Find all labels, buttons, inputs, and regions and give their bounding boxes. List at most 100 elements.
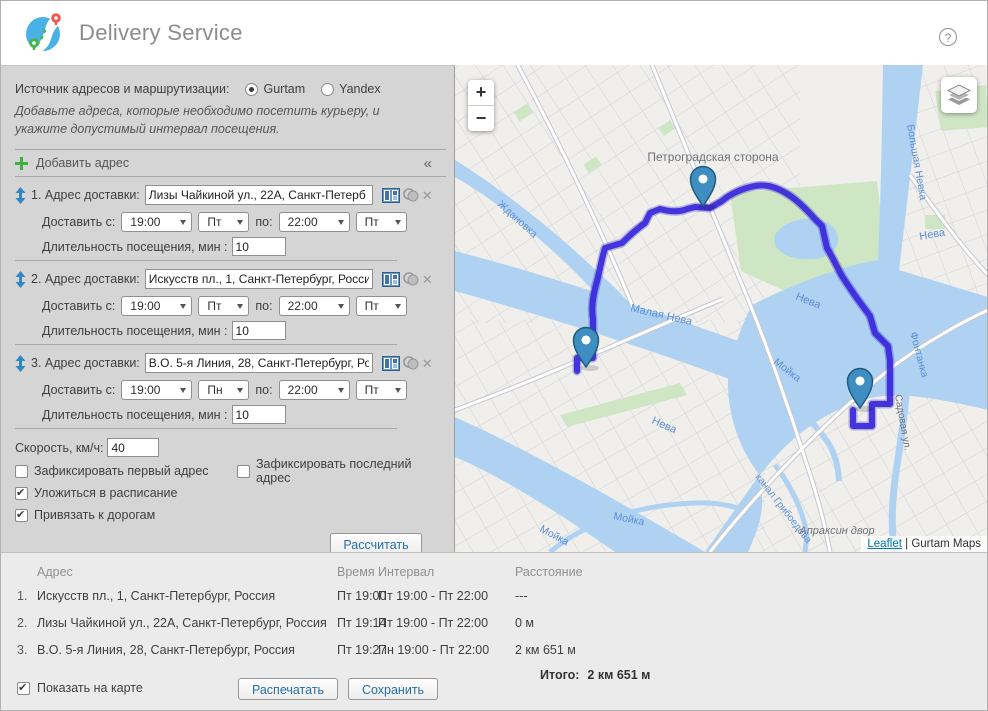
save-button[interactable]: Сохранить (348, 678, 438, 700)
speed-row: Скорость, км/ч: (15, 438, 446, 457)
row-address: В.О. 5-я Линия, 28, Санкт-Петербург, Рос… (37, 643, 295, 657)
address-number: 1. Адрес доставки: (31, 188, 140, 202)
help-icon[interactable]: ? (939, 28, 957, 46)
zoom-out-button[interactable]: − (468, 105, 494, 131)
col-distance: Расстояние (515, 565, 583, 579)
drag-reorder-icon[interactable] (15, 270, 26, 288)
fix-last-address-checkbox[interactable] (237, 464, 250, 478)
chevron-down-icon (180, 387, 187, 393)
address-input-2[interactable] (144, 269, 373, 289)
geofence-icon[interactable] (402, 272, 419, 286)
address-number: 2. Адрес доставки: (31, 272, 140, 286)
route-settings-panel: Источник адресов и маршрутизации: Gurtam… (1, 65, 455, 552)
chevron-down-icon (394, 387, 401, 393)
radio-gurtam[interactable]: Gurtam (245, 82, 305, 96)
radio-yandex-control[interactable] (321, 82, 335, 96)
chevron-down-icon (237, 303, 244, 309)
row-time: Пт 19:00 (337, 589, 387, 603)
radio-gurtam-control[interactable] (245, 82, 259, 96)
speed-input[interactable] (107, 438, 160, 457)
remove-address-icon[interactable]: ✕ (422, 357, 433, 370)
show-on-map-option[interactable]: Показать на карте (17, 681, 143, 695)
address-number: 3. Адрес доставки: (31, 356, 140, 370)
deliver-from-label: Доставить с: (42, 383, 116, 397)
chevron-down-icon (394, 219, 401, 225)
result-row-2[interactable]: 2. Лизы Чайкиной ул., 22А, Санкт-Петербу… (1, 610, 987, 637)
to-day-select-1[interactable]: Пт (355, 212, 407, 232)
main-area: Источник адресов и маршрутизации: Gurtam… (1, 65, 987, 552)
fit-schedule-checkbox[interactable] (15, 486, 28, 500)
add-address-button[interactable]: Добавить адрес « (15, 150, 446, 176)
row-address: Лизы Чайкиной ул., 22А, Санкт-Петербург,… (37, 616, 327, 630)
deliver-to-label: по: (255, 299, 273, 313)
address-book-icon[interactable] (381, 271, 400, 287)
address-book-icon[interactable] (381, 187, 400, 203)
collapse-panel-icon[interactable]: « (424, 155, 432, 172)
app-header: Delivery Service ? (1, 1, 987, 65)
snap-roads-checkbox[interactable] (15, 508, 28, 522)
chevron-down-icon (237, 387, 244, 393)
radio-yandex[interactable]: Yandex (321, 82, 381, 96)
map-canvas[interactable]: Петроградская сторона Ждановка Большая Н… (455, 65, 987, 552)
print-button[interactable]: Распечатать (238, 678, 338, 700)
to-day-select-3[interactable]: Пт (355, 380, 407, 400)
to-time-select-3[interactable]: 22:00 (278, 380, 350, 400)
calculate-button[interactable]: Рассчитать (330, 533, 422, 552)
svg-text:Петроградская сторона: Петроградская сторона (647, 150, 779, 164)
results-panel: Адрес Время Интервал Расстояние 1. Искус… (1, 552, 987, 710)
drag-reorder-icon[interactable] (15, 354, 26, 372)
deliver-from-label: Доставить с: (42, 299, 116, 313)
source-row: Источник адресов и маршрутизации: Gurtam… (15, 82, 446, 96)
from-time-select-2[interactable]: 19:00 (121, 296, 193, 316)
zoom-in-button[interactable]: + (468, 80, 494, 105)
map-container[interactable]: Петроградская сторона Ждановка Большая Н… (455, 65, 987, 552)
row-distance: 0 м (515, 616, 535, 630)
to-time-select-1[interactable]: 22:00 (278, 212, 350, 232)
col-time: Время (337, 565, 375, 579)
row-distance: --- (515, 589, 528, 603)
source-label: Источник адресов и маршрутизации: (15, 82, 230, 96)
duration-label: Длительность посещения, мин : (42, 323, 228, 338)
geofence-icon[interactable] (402, 188, 419, 202)
layers-button[interactable] (941, 77, 977, 113)
duration-input-1[interactable] (231, 237, 286, 256)
fix-first-address-checkbox[interactable] (15, 464, 28, 478)
results-header-row: Адрес Время Интервал Расстояние (1, 561, 987, 583)
duration-label: Длительность посещения, мин : (42, 407, 228, 422)
drag-reorder-icon[interactable] (15, 186, 26, 204)
panel-hint: Добавьте адреса, которые необходимо посе… (15, 104, 380, 136)
geofence-icon[interactable] (402, 356, 419, 370)
result-row-3[interactable]: 3. В.О. 5-я Линия, 28, Санкт-Петербург, … (1, 637, 987, 664)
remove-address-icon[interactable]: ✕ (422, 273, 433, 286)
from-day-select-1[interactable]: Пт (198, 212, 250, 232)
show-on-map-label: Показать на карте (37, 681, 143, 695)
snap-roads-label: Привязать к дорогам (34, 508, 156, 522)
from-day-select-3[interactable]: Пн (198, 380, 250, 400)
map-attribution: Leaflet | Gurtam Maps (861, 536, 987, 552)
leaflet-link[interactable]: Leaflet (867, 538, 902, 550)
map-zoom-control: + − (468, 80, 494, 131)
duration-input-3[interactable] (231, 405, 286, 424)
remove-address-icon[interactable]: ✕ (422, 189, 433, 202)
chevron-down-icon (337, 303, 344, 309)
row-time: Пт 19:14 (337, 616, 387, 630)
address-book-icon[interactable] (381, 355, 400, 371)
from-time-select-3[interactable]: 19:00 (121, 380, 193, 400)
address-input-3[interactable] (144, 353, 373, 373)
col-interval: Интервал (378, 565, 435, 579)
from-day-select-2[interactable]: Пт (198, 296, 250, 316)
duration-input-2[interactable] (231, 321, 286, 340)
col-address: Адрес (37, 565, 73, 579)
address-input-1[interactable] (144, 185, 373, 205)
show-on-map-checkbox[interactable] (17, 681, 30, 695)
result-row-1[interactable]: 1. Искусств пл., 1, Санкт-Петербург, Рос… (1, 583, 987, 610)
add-icon (15, 156, 28, 170)
deliver-from-label: Доставить с: (42, 215, 116, 229)
fit-schedule-label: Уложиться в расписание (34, 486, 178, 500)
to-day-select-2[interactable]: Пт (355, 296, 407, 316)
from-time-select-1[interactable]: 19:00 (121, 212, 193, 232)
results-footer: Показать на карте Распечатать Сохранить (1, 678, 987, 702)
chevron-down-icon (237, 219, 244, 225)
page-title: Delivery Service (79, 20, 243, 45)
to-time-select-2[interactable]: 22:00 (278, 296, 350, 316)
